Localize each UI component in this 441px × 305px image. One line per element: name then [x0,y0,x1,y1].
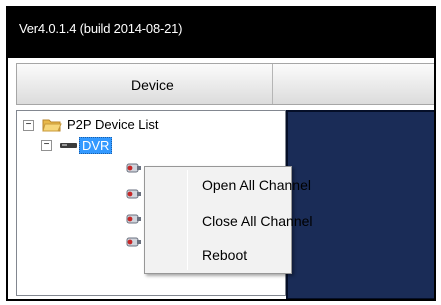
collapse-glyph: − [25,119,32,130]
app-window: Ver4.0.1.4 (build 2014-08-21) Device − P… [6,6,436,301]
device-tab[interactable]: Device [16,63,434,105]
dvr-device-icon [60,143,77,148]
camera-icon[interactable] [125,161,143,175]
title-bar: Ver4.0.1.4 (build 2014-08-21) [8,8,434,58]
context-menu: Open All Channel Close All Channel Reboo… [144,166,313,274]
device-tab-label: Device [131,77,174,93]
camera-icon[interactable] [125,212,143,226]
window-title: Ver4.0.1.4 (build 2014-08-21) [19,21,183,36]
video-preview-panel[interactable] [286,110,434,299]
tree-root-label: P2P Device List [67,117,159,132]
menu-item-reboot[interactable]: Reboot [148,240,288,270]
camera-icon[interactable] [125,187,143,201]
collapse-icon[interactable]: − [23,120,34,131]
tree-dvr-row[interactable]: − DVR [17,137,277,155]
menu-item-close-all-channel[interactable]: Close All Channel [148,206,313,236]
menu-item-label: Close All Channel [202,213,313,229]
camera-icon[interactable] [125,235,143,249]
collapse-glyph: − [43,139,50,150]
toolbar-divider [272,64,273,104]
tree-root-row[interactable]: − P2P Device List [17,117,277,135]
collapse-icon[interactable]: − [41,140,52,151]
menu-item-open-all-channel[interactable]: Open All Channel [148,170,311,200]
folder-open-icon [42,119,62,132]
menu-item-label: Open All Channel [202,177,311,193]
menu-item-label: Reboot [202,247,248,263]
tree-dvr-label[interactable]: DVR [79,137,113,154]
